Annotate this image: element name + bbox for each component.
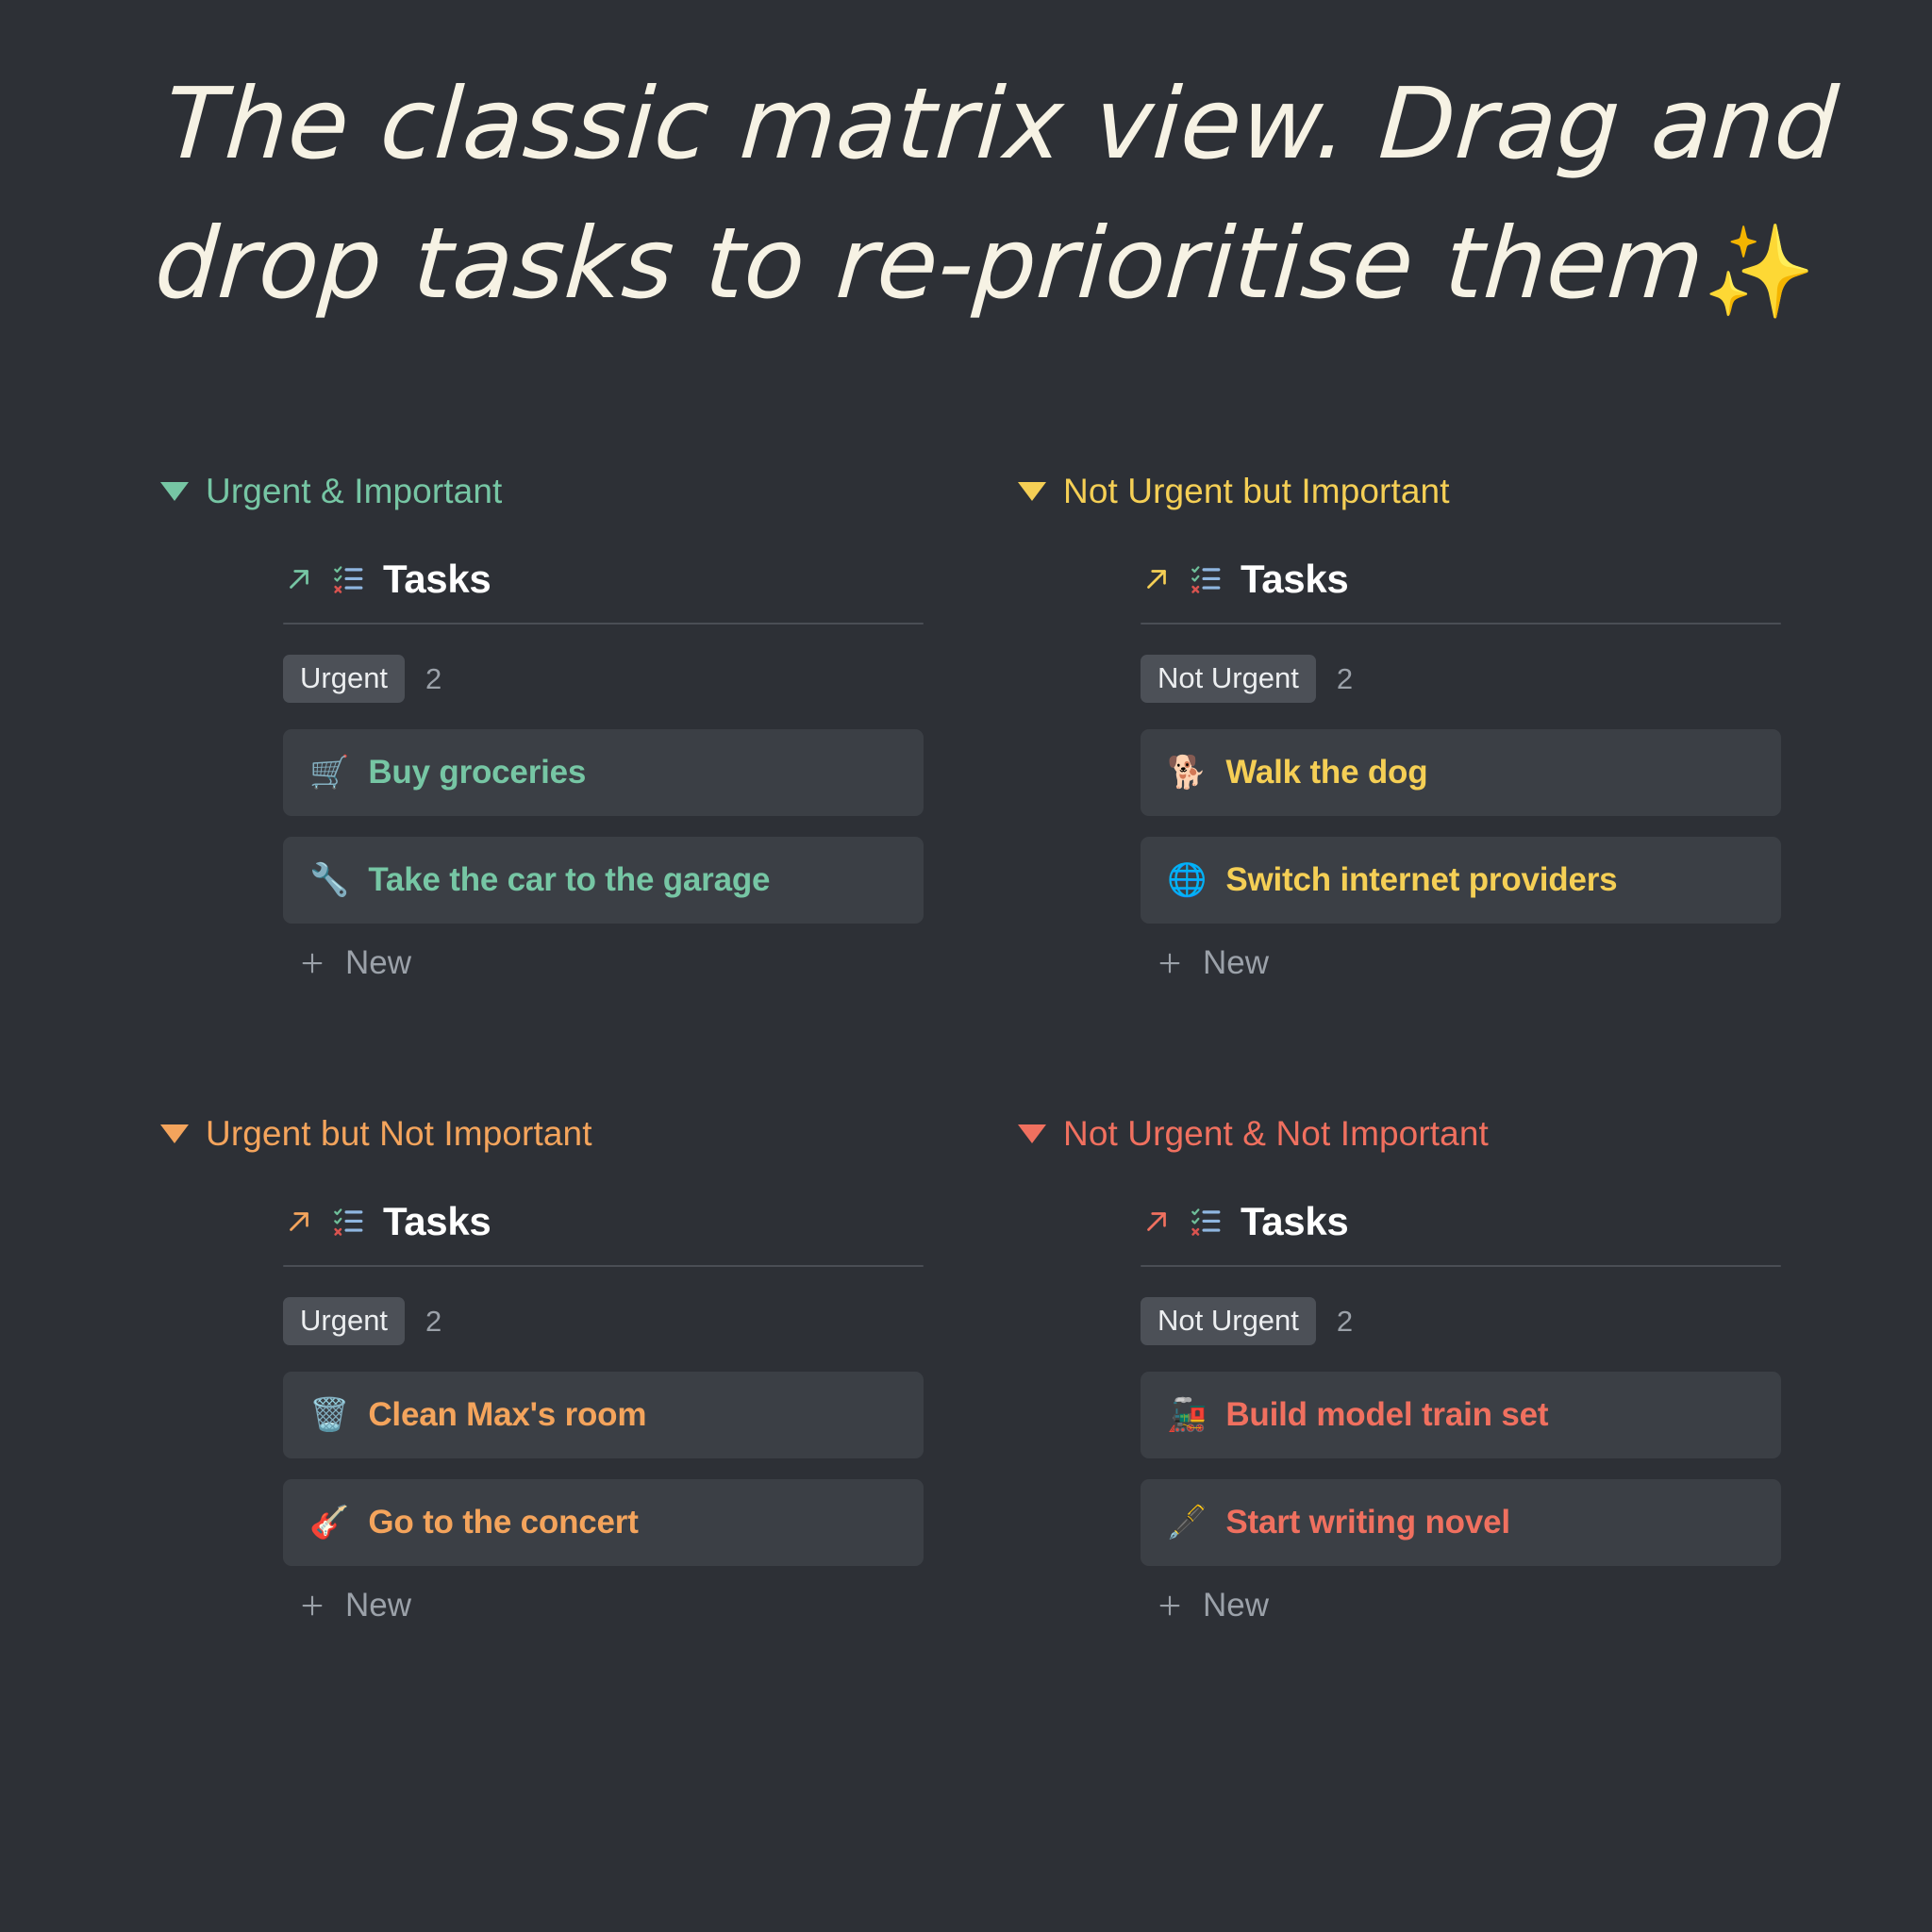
header-divider [1141, 1265, 1781, 1267]
arrow-up-right-icon [1147, 570, 1166, 589]
fountain-pen-emoji: 🖋️ [1167, 1504, 1208, 1541]
matrix-page: The classic matrix view. Drag and drop t… [0, 0, 1932, 1932]
quadrant-title: Urgent but Not Important [206, 1114, 592, 1153]
task-title: Build model train set [1225, 1396, 1549, 1433]
plus-icon [302, 953, 323, 974]
task-title: Start writing novel [1225, 1504, 1510, 1541]
group-pill: Not Urgent [1141, 1297, 1316, 1345]
headline-line-2-wrap: drop tasks to re-prioritise them✨ [151, 194, 1850, 336]
new-task-label: New [1203, 944, 1270, 981]
sparkles-emoji: ✨ [1703, 218, 1817, 325]
task-title: Go to the concert [368, 1504, 639, 1541]
task-title: Buy groceries [368, 754, 587, 791]
quadrant-1: Urgent & Important Tasks Urgent 2 🛒 Buy groce… [160, 472, 924, 982]
dog-emoji: 🐕 [1167, 754, 1208, 791]
tasks-block-header: Tasks [1141, 557, 1781, 623]
group-count: 2 [1336, 662, 1354, 695]
quadrant-header[interactable]: Not Urgent but Important [1018, 472, 1781, 511]
tasks-block-header: Tasks [1141, 1199, 1781, 1265]
shopping-cart-emoji: 🛒 [309, 754, 350, 791]
wrench-emoji: 🔧 [309, 861, 350, 899]
tasks-block: Tasks Urgent 2 🗑️ Clean Max's room 🎸 Go to the… [160, 1199, 924, 1624]
quadrant-4: Not Urgent & Not Important Tasks Not Urgen… [1018, 1114, 1781, 1624]
eisenhower-matrix: Urgent & Important Tasks Urgent 2 🛒 Buy groce… [0, 472, 1932, 1624]
task-title: Take the car to the garage [368, 861, 771, 898]
quadrant-title: Not Urgent but Important [1063, 472, 1450, 510]
new-task-button[interactable]: New [283, 1587, 924, 1624]
task-card[interactable]: 🛒 Buy groceries [283, 729, 924, 816]
quadrant-header[interactable]: Not Urgent & Not Important [1018, 1114, 1781, 1154]
checklist-icon [334, 1208, 363, 1236]
group-row[interactable]: Urgent 2 [283, 655, 924, 703]
task-title: Clean Max's room [368, 1396, 647, 1433]
task-card[interactable]: 🖋️ Start writing novel [1141, 1479, 1781, 1566]
group-pill: Urgent [283, 655, 406, 703]
new-task-button[interactable]: New [283, 944, 924, 982]
tasks-block-title[interactable]: Tasks [383, 1199, 491, 1244]
task-card[interactable]: 🐕 Walk the dog [1141, 729, 1781, 816]
task-card[interactable]: 🌐 Switch internet providers [1141, 837, 1781, 924]
tasks-block-title[interactable]: Tasks [1241, 557, 1349, 602]
tasks-block-header: Tasks [283, 557, 924, 623]
task-card[interactable]: 🎸 Go to the concert [283, 1479, 924, 1566]
quadrant-title: Urgent & Important [206, 472, 503, 510]
group-row[interactable]: Not Urgent 2 [1141, 1297, 1781, 1345]
group-row[interactable]: Not Urgent 2 [1141, 655, 1781, 703]
guitar-emoji: 🎸 [309, 1504, 350, 1541]
tasks-block-title[interactable]: Tasks [1241, 1199, 1349, 1244]
quadrant-3: Urgent but Not Important Tasks Urgent 2 🗑️ Cl… [160, 1114, 924, 1624]
checklist-icon [1191, 566, 1221, 593]
header-divider [1141, 623, 1781, 625]
new-task-label: New [345, 1587, 412, 1624]
plus-icon [1159, 1595, 1180, 1616]
plus-icon [302, 1595, 323, 1616]
tasks-block: Tasks Not Urgent 2 🐕 Walk the dog 🌐 Switch int… [1018, 557, 1781, 982]
headline-line-1: The classic matrix view. Drag and [161, 66, 1842, 181]
caret-down-icon[interactable] [1018, 482, 1046, 501]
task-title: Walk the dog [1225, 754, 1428, 791]
new-task-label: New [1203, 1587, 1270, 1624]
quadrant-title: Not Urgent & Not Important [1063, 1114, 1489, 1153]
plus-icon [1159, 953, 1180, 974]
globe-emoji: 🌐 [1167, 861, 1208, 899]
group-pill: Urgent [283, 1297, 406, 1345]
task-card[interactable]: 🔧 Take the car to the garage [283, 837, 924, 924]
group-count: 2 [1336, 1305, 1354, 1338]
wastebasket-emoji: 🗑️ [309, 1396, 350, 1434]
checklist-icon [1191, 1208, 1221, 1236]
quadrant-header[interactable]: Urgent & Important [160, 472, 924, 511]
task-card[interactable]: 🚂 Build model train set [1141, 1372, 1781, 1458]
new-task-label: New [345, 944, 412, 981]
arrow-up-right-icon [1147, 1212, 1166, 1231]
caret-down-icon[interactable] [160, 482, 189, 501]
caret-down-icon[interactable] [1018, 1124, 1046, 1143]
group-count: 2 [425, 1305, 442, 1338]
locomotive-emoji: 🚂 [1167, 1396, 1208, 1434]
new-task-button[interactable]: New [1141, 944, 1781, 982]
task-card[interactable]: 🗑️ Clean Max's room [283, 1372, 924, 1458]
new-task-button[interactable]: New [1141, 1587, 1781, 1624]
tasks-block-title[interactable]: Tasks [383, 557, 491, 602]
group-row[interactable]: Urgent 2 [283, 1297, 924, 1345]
tasks-block: Tasks Urgent 2 🛒 Buy groceries 🔧 Take the car … [160, 557, 924, 982]
headline-line-2: drop tasks to re-prioritise them [151, 205, 1708, 321]
caret-down-icon[interactable] [160, 1124, 189, 1143]
checklist-icon [334, 566, 363, 593]
tasks-block: Tasks Not Urgent 2 🚂 Build model train set 🖋️… [1018, 1199, 1781, 1624]
arrow-up-right-icon [290, 570, 308, 589]
quadrant-2: Not Urgent but Important Tasks Not Urgent 2… [1018, 472, 1781, 982]
page-headline: The classic matrix view. Drag and drop t… [151, 55, 1859, 336]
group-pill: Not Urgent [1141, 655, 1316, 703]
quadrant-header[interactable]: Urgent but Not Important [160, 1114, 924, 1154]
header-divider [283, 623, 924, 625]
task-title: Switch internet providers [1225, 861, 1618, 898]
header-divider [283, 1265, 924, 1267]
tasks-block-header: Tasks [283, 1199, 924, 1265]
group-count: 2 [425, 662, 442, 695]
arrow-up-right-icon [290, 1212, 308, 1231]
